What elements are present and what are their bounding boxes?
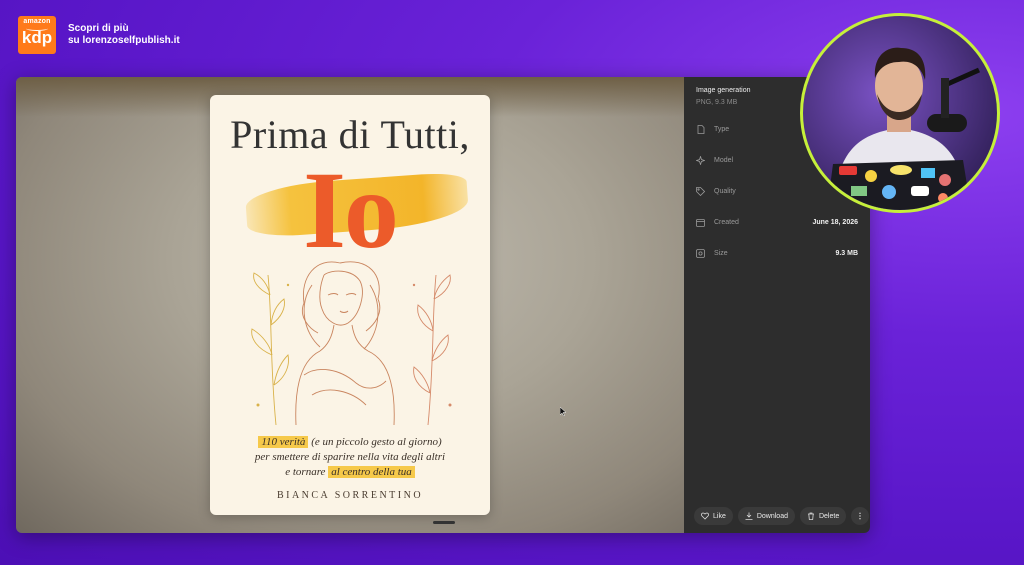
- heart-icon: [701, 512, 709, 520]
- info-label: Size: [714, 249, 728, 257]
- panel-title: Image generation: [696, 87, 751, 94]
- image-preview-area[interactable]: Prima di Tutti, Io 110 verità (e un picc…: [16, 77, 684, 533]
- cover-illustration: [251, 261, 452, 426]
- file-icon: [696, 124, 705, 134]
- download-icon: [745, 512, 753, 520]
- logo-kdp-text: kdp: [21, 28, 53, 47]
- tag-icon: [696, 186, 705, 196]
- panel-subtitle: PNG, 9.3 MB: [696, 99, 738, 106]
- subtitle-line-3: e tornare: [285, 466, 329, 478]
- download-button[interactable]: Download: [737, 507, 795, 525]
- webcam-overlay: [800, 13, 1000, 213]
- info-value: 9.3 MB: [835, 249, 858, 257]
- like-button[interactable]: Like: [694, 507, 733, 525]
- brand-line-1: Scopri di più: [68, 23, 129, 34]
- brand-tagline: Scopri di più su lorenzoselfpublish.it: [68, 23, 180, 47]
- cover-subtitle: 110 verità (e un piccolo gesto al giorno…: [220, 435, 480, 480]
- cover-author: BIANCA SORRENTINO: [276, 490, 424, 501]
- more-vertical-icon: [859, 512, 861, 520]
- like-label: Like: [713, 512, 726, 520]
- info-row-created: Created June 18, 2026: [696, 216, 858, 228]
- more-options-button[interactable]: [851, 507, 870, 525]
- subtitle-highlight-2: al centro della tua: [328, 466, 415, 478]
- action-bar: Like Download Delete: [694, 507, 870, 525]
- disk-icon: [696, 248, 705, 258]
- sparkle-icon: [696, 155, 705, 165]
- subtitle-line-1: (e un piccolo gesto al giorno): [308, 436, 442, 448]
- subtitle-line-2: per smettere di sparire nella vita degli…: [254, 451, 446, 463]
- subtitle-highlight-1: 110 verità: [258, 436, 309, 448]
- logo-amazon-text: amazon: [23, 18, 51, 25]
- brand-header: amazon kdp Scopri di più su lorenzoselfp…: [18, 16, 180, 54]
- image-viewer: Prima di Tutti, Io 110 verità (e un picc…: [16, 77, 870, 533]
- info-row-size: Size 9.3 MB: [696, 247, 858, 259]
- delete-label: Delete: [818, 512, 840, 520]
- preview-scroll-handle[interactable]: [433, 521, 455, 524]
- trash-icon: [807, 512, 814, 520]
- presenter-video: [827, 47, 981, 210]
- info-label: Created: [714, 218, 739, 226]
- kdp-logo: amazon kdp: [18, 16, 56, 54]
- book-cover-image: Prima di Tutti, Io 110 verità (e un picc…: [210, 95, 490, 515]
- calendar-icon: [696, 218, 705, 227]
- mouse-cursor-icon: [560, 407, 566, 416]
- download-label: Download: [756, 512, 788, 520]
- delete-button[interactable]: Delete: [799, 507, 847, 525]
- brand-line-2: su lorenzoselfpublish.it: [68, 35, 180, 46]
- info-value: June 18, 2026: [812, 218, 858, 226]
